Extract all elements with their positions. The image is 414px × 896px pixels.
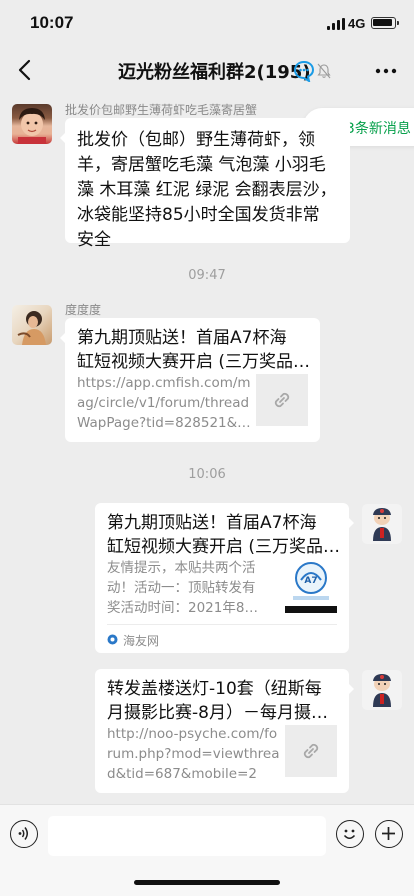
status-time: 10:07: [30, 13, 74, 32]
mute-bell-icon: [317, 63, 331, 79]
battery-icon: [371, 17, 399, 29]
voice-input-button[interactable]: [10, 820, 38, 848]
sender-name: 度度度: [65, 303, 102, 317]
link-icon: [274, 392, 290, 408]
link-card-title: 第九期顶贴送！首届A7杯海 缸短视频大赛开启 (三万奖品…: [107, 513, 341, 557]
more-options-icon[interactable]: [374, 59, 398, 83]
avatar[interactable]: [12, 104, 52, 144]
signal-icon: [327, 18, 345, 30]
time-divider: 09:47: [188, 268, 226, 283]
card-divider: [107, 624, 337, 625]
emoji-button[interactable]: [336, 820, 364, 848]
text-message-bubble[interactable]: 批发价（包邮）野生薄荷虾，领 羊，寄居蟹吃毛藻 气泡藻 小羽毛 藻 木耳藻 红泥…: [60, 118, 350, 250]
chat-title: 迈光粉丝福利群2(195): [118, 62, 311, 83]
avatar[interactable]: [12, 305, 52, 345]
status-bar: 10:07 4G: [0, 0, 414, 48]
smiley-icon: [343, 829, 356, 840]
link-icon: [303, 743, 319, 759]
card-source-name: 海友网: [123, 634, 160, 648]
avatar[interactable]: [362, 670, 402, 710]
link-thumbnail: A7: [285, 556, 337, 613]
link-card-url: https://app.cmfish.com/m ag/circle/v1/fo…: [77, 375, 251, 431]
svg-text:A7: A7: [304, 576, 317, 586]
chat-bubble-icon: [293, 60, 315, 82]
link-thumbnail: [256, 374, 308, 426]
link-card-title: 转发盖楼送灯-10套（纽斯每 月摄影比赛-8月）－每月摄…: [107, 679, 328, 723]
source-app-icon: [107, 634, 118, 645]
network-type: 4G: [348, 16, 366, 31]
chat-header: 迈光粉丝福利群2(195): [0, 48, 414, 94]
link-card-title: 第九期顶贴送！首届A7杯海 缸短视频大赛开启 (三万奖品…: [77, 328, 311, 372]
message-text-field[interactable]: [48, 816, 326, 856]
time-divider: 10:06: [188, 467, 226, 482]
sender-name: 批发价包邮野生薄荷虾吃毛藻寄居蟹: [65, 103, 258, 117]
back-arrow-icon[interactable]: [14, 58, 38, 82]
plus-icon: [382, 827, 395, 840]
link-card-message[interactable]: 第九期顶贴送！首届A7杯海 缸短视频大赛开启 (三万奖品… https://ap…: [60, 318, 320, 442]
voice-wave-icon: [18, 827, 28, 840]
link-thumbnail: [285, 725, 337, 777]
link-card-message[interactable]: 第九期顶贴送！首届A7杯海 缸短视频大赛开启 (三万奖品… 友情提示，本贴共两个…: [95, 503, 354, 653]
avatar[interactable]: [362, 504, 402, 544]
link-card-message[interactable]: 转发盖楼送灯-10套（纽斯每 月摄影比赛-8月）－每月摄… http://noo…: [95, 669, 354, 793]
link-card-url: http://noo-psyche.com/fo rum.php?mod=vie…: [107, 726, 280, 782]
home-indicator: [134, 880, 280, 885]
link-card-description: 友情提示，本贴共两个活 动！活动一：顶贴转发有 奖活动时间：2021年8…: [107, 560, 258, 616]
more-actions-button[interactable]: [375, 820, 403, 848]
